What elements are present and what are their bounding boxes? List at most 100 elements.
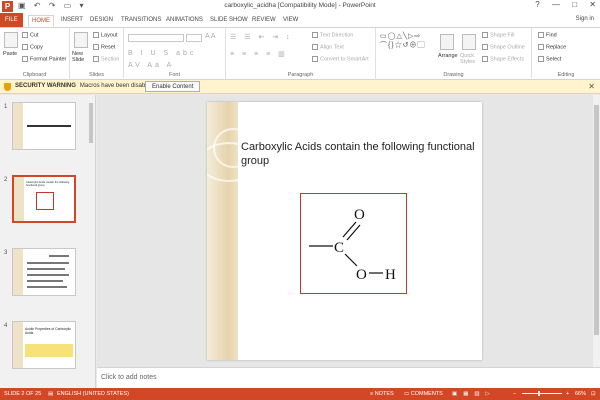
font-grow-shrink-icon[interactable]: A A bbox=[205, 33, 216, 40]
shape-outline-button[interactable]: Shape Outline bbox=[482, 44, 525, 50]
sign-in-link[interactable]: Sign in bbox=[576, 16, 594, 22]
tab-design[interactable]: DESIGN bbox=[87, 15, 116, 27]
ribbon: Paste Cut Copy Format Painter Clipboard … bbox=[0, 27, 600, 80]
font-size-combo[interactable] bbox=[186, 34, 202, 42]
security-warning-text: SECURITY WARNING Macros have been disable… bbox=[15, 83, 155, 89]
slide-thumbnail-4[interactable]: Acidic Properties of Carboxylic Acids bbox=[12, 321, 76, 369]
language-indicator[interactable]: ENGLISH (UNITED STATES) bbox=[57, 391, 129, 397]
alignment-buttons[interactable]: ≡ ≡ ≡ ≡ ▥ bbox=[230, 50, 288, 58]
font-group: A A B I U S abc AV Aa A Font bbox=[124, 28, 226, 80]
slides-group-label: Slides bbox=[89, 72, 104, 78]
close-icon[interactable]: ✕ bbox=[588, 82, 595, 91]
thumbnail-number: 3 bbox=[4, 250, 8, 256]
format-painter-button[interactable]: Format Painter bbox=[22, 56, 66, 62]
replace-button[interactable]: Replace bbox=[538, 44, 566, 50]
zoom-level[interactable]: 66% bbox=[575, 391, 586, 397]
thumbnail-number: 1 bbox=[4, 104, 8, 110]
font-color-buttons[interactable]: AV Aa A bbox=[128, 62, 174, 69]
slide-thumbnail-3[interactable] bbox=[12, 248, 76, 296]
select-icon bbox=[538, 56, 544, 62]
find-button[interactable]: Find bbox=[538, 32, 557, 38]
tab-transitions[interactable]: TRANSITIONS bbox=[118, 15, 164, 27]
shapes-gallery[interactable]: ▭◯△╲▷⇨ ⌒{}☆↺⊕▢ bbox=[380, 32, 436, 60]
close-button[interactable]: ✕ bbox=[589, 0, 596, 9]
tab-review[interactable]: REVIEW bbox=[249, 15, 279, 27]
reset-icon bbox=[93, 44, 99, 50]
slide-title[interactable]: Carboxylic Acids contain the following f… bbox=[241, 140, 476, 168]
oxygen-hydroxyl-label: O bbox=[356, 267, 367, 283]
editing-group: Find Replace Select Editing bbox=[532, 28, 600, 80]
effects-icon bbox=[482, 56, 488, 62]
current-slide[interactable]: Carboxylic Acids contain the following f… bbox=[207, 102, 482, 360]
tab-animations[interactable]: ANIMATIONS bbox=[163, 15, 206, 27]
font-format-buttons[interactable]: B I U S abc bbox=[128, 50, 196, 57]
align-text-icon bbox=[312, 44, 318, 50]
text-direction-button[interactable]: Text Direction bbox=[312, 32, 353, 38]
copy-button[interactable]: Copy bbox=[22, 44, 43, 50]
notes-pane[interactable]: Click to add notes bbox=[97, 367, 600, 388]
spelling-icon[interactable]: ▤ bbox=[48, 391, 53, 397]
zoom-slider[interactable] bbox=[522, 391, 562, 396]
new-slide-button[interactable]: New Slide bbox=[72, 51, 92, 63]
view-buttons[interactable]: ▣▦▥▷ bbox=[452, 391, 496, 397]
notes-toggle[interactable]: ≡ NOTES bbox=[370, 391, 394, 397]
font-name-combo[interactable] bbox=[128, 34, 184, 42]
quick-styles-icon[interactable] bbox=[462, 34, 476, 50]
status-bar: SLIDE 2 OF 25 ▤ ENGLISH (UNITED STATES) … bbox=[0, 388, 600, 400]
maximize-button[interactable]: □ bbox=[572, 0, 577, 9]
shield-icon bbox=[4, 83, 11, 91]
smartart-icon bbox=[312, 56, 318, 62]
list-indent-buttons[interactable]: ☰ ☰ ⇤ ⇥ ↕ bbox=[230, 33, 293, 41]
security-warning-bar: SECURITY WARNING Macros have been disable… bbox=[0, 80, 600, 94]
scissors-icon bbox=[22, 32, 28, 38]
find-icon bbox=[538, 32, 544, 38]
fit-slide-icon[interactable]: ⊡ bbox=[591, 391, 596, 397]
notes-placeholder[interactable]: Click to add notes bbox=[101, 374, 157, 381]
window-title: carboxylic_acidha [Compatibility Mode] -… bbox=[224, 2, 376, 9]
layout-button[interactable]: Layout bbox=[93, 32, 118, 38]
arrange-icon[interactable] bbox=[440, 34, 454, 50]
zoom-out-icon[interactable]: − bbox=[513, 391, 516, 397]
slide-scrollbar[interactable] bbox=[593, 95, 600, 367]
hydrogen-label: H bbox=[385, 267, 396, 283]
thumbnail-image bbox=[25, 344, 73, 357]
section-button[interactable]: Section bbox=[93, 56, 119, 62]
quick-styles-button[interactable]: Quick Styles bbox=[460, 53, 480, 65]
shape-effects-button[interactable]: Shape Effects bbox=[482, 56, 524, 62]
tab-home[interactable]: HOME bbox=[28, 15, 54, 27]
enable-content-button[interactable]: Enable Content bbox=[145, 81, 201, 92]
comments-toggle[interactable]: ▭ COMMENTS bbox=[404, 391, 443, 397]
tab-view[interactable]: VIEW bbox=[280, 15, 301, 27]
slide-thumbnail-1[interactable] bbox=[12, 102, 76, 150]
new-slide-icon[interactable] bbox=[74, 32, 88, 48]
tab-slide-show[interactable]: SLIDE SHOW bbox=[207, 15, 251, 27]
select-button[interactable]: Select bbox=[538, 56, 561, 62]
align-text-button[interactable]: Align Text bbox=[312, 44, 344, 50]
double-bond-line-a bbox=[342, 221, 357, 238]
minimize-button[interactable]: — bbox=[552, 0, 560, 9]
thumbnail-number: 2 bbox=[4, 177, 8, 183]
convert-smartart-button[interactable]: Convert to SmartArt bbox=[312, 56, 369, 62]
reset-button[interactable]: Reset bbox=[93, 44, 115, 50]
font-group-label: Font bbox=[168, 72, 180, 78]
zoom-in-icon[interactable]: + bbox=[566, 391, 569, 397]
help-button[interactable]: ? bbox=[535, 0, 539, 9]
clipboard-group: Paste Cut Copy Format Painter Clipboard bbox=[0, 28, 70, 80]
replace-icon bbox=[538, 44, 544, 50]
slide-thumbnail-2[interactable]: Carboxylic Acids contain the following f… bbox=[12, 175, 76, 223]
paragraph-group: ☰ ☰ ⇤ ⇥ ↕ ≡ ≡ ≡ ≡ ▥ Text Direction Align… bbox=[226, 28, 376, 80]
cut-button[interactable]: Cut bbox=[22, 32, 39, 38]
arrange-button[interactable]: Arrange bbox=[438, 53, 458, 59]
paste-button[interactable]: Paste bbox=[3, 51, 17, 57]
editing-group-label: Editing bbox=[557, 72, 575, 78]
title-bar: P ▣ ↶ ↷ ▭ ▾ carboxylic_acidha [Compatibi… bbox=[0, 0, 600, 13]
shape-fill-button[interactable]: Shape Fill bbox=[482, 32, 514, 38]
window-controls: ? — □ ✕ bbox=[525, 0, 596, 9]
tab-insert[interactable]: INSERT bbox=[58, 15, 86, 27]
tab-file[interactable]: FILE bbox=[0, 13, 23, 27]
functional-group-diagram[interactable]: O C O H bbox=[300, 193, 407, 294]
double-bond-line-b bbox=[346, 224, 361, 241]
thumbnail-scrollbar[interactable] bbox=[88, 95, 94, 388]
paste-icon[interactable] bbox=[4, 32, 18, 48]
security-warning-label: SECURITY WARNING bbox=[15, 83, 76, 89]
